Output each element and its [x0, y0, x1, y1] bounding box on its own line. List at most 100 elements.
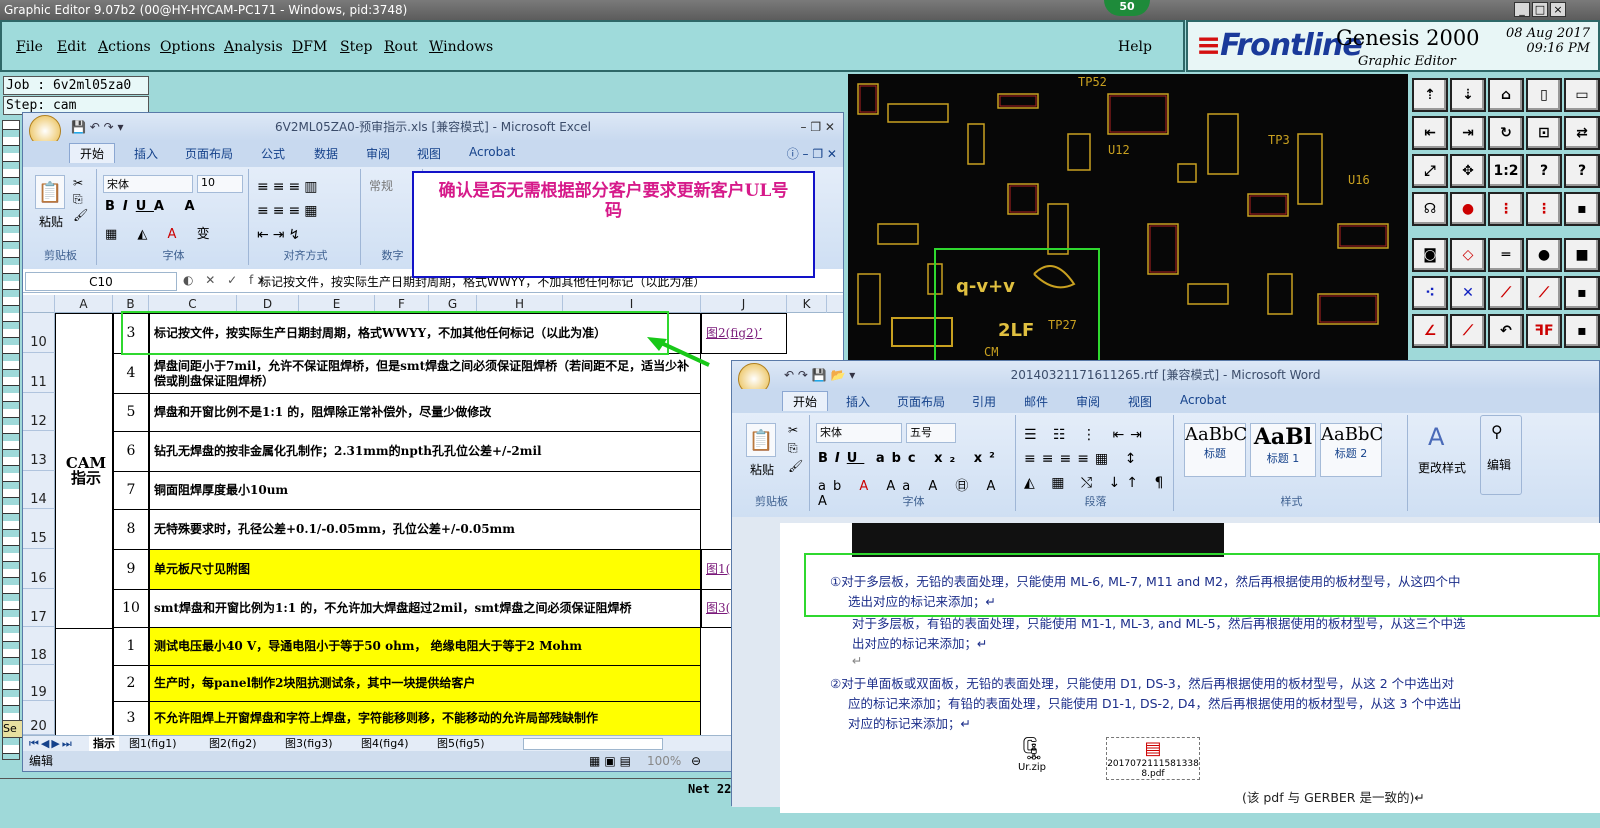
- tab-view[interactable]: 视图: [1128, 393, 1152, 410]
- row-header[interactable]: 10: [23, 313, 55, 353]
- edit-button[interactable]: 编辑: [1487, 456, 1511, 473]
- note-text[interactable]: (该 pdf 与 GERBER 是一致的)↵: [1242, 787, 1425, 806]
- layer-list[interactable]: [2, 120, 20, 760]
- alignment-buttons[interactable]: ≡≡≡▥ ≡≡≡▦ ⇤⇥↯: [257, 175, 321, 247]
- row-header[interactable]: 18: [23, 627, 55, 665]
- row-header[interactable]: 11: [23, 353, 55, 393]
- format-buttons[interactable]: BIUA A: [105, 199, 203, 214]
- menu-actions[interactable]: Actions: [98, 39, 151, 55]
- tool-icon[interactable]: ◇: [1450, 238, 1486, 272]
- maximize-button[interactable]: □: [1532, 2, 1548, 17]
- undo-icon[interactable]: ↶: [1488, 314, 1524, 348]
- sheet-tab[interactable]: 图1(fig1): [129, 736, 177, 751]
- tool-icon[interactable]: ꟻF: [1526, 314, 1562, 348]
- tool-icon[interactable]: ■: [1564, 238, 1600, 272]
- font-name-select[interactable]: 宋体: [816, 423, 902, 443]
- tool-icon[interactable]: ⊡: [1526, 116, 1562, 150]
- zoom-out-icon[interactable]: ⊖: [691, 751, 701, 771]
- tool-icon[interactable]: ⁖: [1412, 276, 1448, 310]
- change-styles-icon[interactable]: A: [1428, 423, 1444, 451]
- close-button[interactable]: ×: [1550, 2, 1566, 17]
- tab-review[interactable]: 审阅: [366, 145, 390, 162]
- item-number[interactable]: 3: [113, 701, 149, 736]
- scale-icon[interactable]: 1:2: [1488, 154, 1524, 188]
- instruction-cell[interactable]: smt焊盘和开窗比例为1:1 的，不允许加大焊盘超过2mil，smt焊盘之间必须…: [149, 589, 701, 628]
- cut-copy-icons[interactable]: ✂ ⎘ 🖌: [788, 421, 803, 475]
- change-styles-button[interactable]: 更改样式: [1418, 459, 1466, 476]
- paste-icon[interactable]: 📋: [746, 423, 776, 457]
- row-header[interactable]: 15: [23, 509, 55, 549]
- style-heading-2[interactable]: AaBbC 标题 2: [1320, 423, 1383, 477]
- menu-rout[interactable]: Rout: [384, 39, 418, 55]
- tool-icon[interactable]: ⇤: [1412, 116, 1448, 150]
- tab-acrobat[interactable]: Acrobat: [1180, 393, 1226, 407]
- tab-data[interactable]: 数据: [314, 145, 338, 162]
- tool-icon[interactable]: ⋮: [1488, 192, 1524, 226]
- border-fill-buttons[interactable]: ▦ ◭ A 变: [105, 223, 218, 242]
- paste-button[interactable]: 粘贴: [750, 461, 774, 478]
- tool-icon[interactable]: ●: [1450, 192, 1486, 226]
- paragraph-text[interactable]: 出对应的标记来添加；↵: [852, 633, 987, 652]
- column-header[interactable]: A: [55, 295, 113, 313]
- select-all[interactable]: [23, 295, 55, 313]
- section-label[interactable]: CAM 指示: [55, 313, 113, 629]
- row-header[interactable]: 19: [23, 665, 55, 701]
- row-header[interactable]: 13: [23, 431, 55, 471]
- instruction-cell[interactable]: 铜面阻焊厚度最小10um: [149, 471, 701, 510]
- paragraph-text[interactable]: ②对于单面板或双面板，无铅的表面处理，只能使用 D1, DS-3，然后再根据使用…: [830, 673, 1454, 692]
- format-buttons[interactable]: BIU abc x₂ x²: [818, 451, 1002, 466]
- instruction-cell[interactable]: 焊盘间距小于7mil，允许不保证阻焊桥，但是smt焊盘之间必须保证阻焊桥（若间距…: [149, 353, 701, 394]
- menu-step[interactable]: Step: [340, 39, 372, 55]
- view-buttons[interactable]: ▦▣▤: [589, 751, 635, 771]
- tool-icon[interactable]: ⇄: [1564, 116, 1600, 150]
- tab-view[interactable]: 视图: [417, 145, 441, 162]
- tool-icon[interactable]: ▪: [1564, 276, 1600, 310]
- item-number[interactable]: 10: [113, 589, 149, 628]
- tool-icon[interactable]: ●: [1526, 238, 1562, 272]
- menu-analysis[interactable]: Analysis: [224, 39, 283, 55]
- paragraph-text[interactable]: ↵: [852, 653, 862, 668]
- tab-insert[interactable]: 插入: [134, 145, 158, 162]
- tool-icon[interactable]: ?: [1564, 154, 1600, 188]
- instruction-cell[interactable]: 生产时，每panel制作2块阻抗测试条，其中一块提供给客户: [149, 665, 701, 702]
- minimize-button[interactable]: _: [1514, 2, 1530, 17]
- quick-access-toolbar[interactable]: 💾 ↶ ↷ ▾: [71, 113, 124, 141]
- column-header[interactable]: J: [701, 295, 787, 313]
- menu-help[interactable]: Help: [1118, 39, 1152, 55]
- instruction-cell[interactable]: 测试电压最小40 V，导通电阻小于等于50 ohm， 绝缘电阻大于等于2 Moh…: [149, 627, 701, 666]
- row-header[interactable]: 17: [23, 589, 55, 627]
- font-size-select[interactable]: 五号: [906, 423, 956, 443]
- tool-icon[interactable]: ⟋: [1526, 276, 1562, 310]
- tool-icon[interactable]: ▪: [1564, 314, 1600, 348]
- instruction-cell[interactable]: 单元板尺寸见附图: [149, 549, 701, 590]
- instruction-cell[interactable]: 焊盘和开窗比例不是1:1 的，阻焊除正常补偿外，尽量少做修改: [149, 393, 701, 432]
- horizontal-scrollbar[interactable]: [523, 738, 663, 750]
- item-number[interactable]: 8: [113, 509, 149, 550]
- tool-icon[interactable]: ∠: [1412, 314, 1448, 348]
- row-header[interactable]: 20: [23, 701, 55, 735]
- tab-review[interactable]: 审阅: [1076, 393, 1100, 410]
- sheet-tab[interactable]: 指示: [89, 736, 119, 751]
- row-header[interactable]: 12: [23, 393, 55, 431]
- formula-buttons[interactable]: ◐ ✕ ✓ fx: [183, 273, 268, 287]
- binoculars-icon[interactable]: ⚲: [1491, 422, 1503, 441]
- zoom-fit-icon[interactable]: ⤢: [1412, 154, 1448, 188]
- sheet-tab[interactable]: 图4(fig4): [361, 736, 409, 751]
- tab-formulas[interactable]: 公式: [261, 145, 285, 162]
- help-icon[interactable]: ?: [1526, 154, 1562, 188]
- tool-icon[interactable]: ⟋: [1488, 276, 1524, 310]
- item-number[interactable]: 2: [113, 665, 149, 702]
- item-number[interactable]: 5: [113, 393, 149, 432]
- tool-icon[interactable]: ⇥: [1450, 116, 1486, 150]
- number-format[interactable]: 常规: [369, 177, 393, 194]
- tool-icon[interactable]: ▯: [1526, 78, 1562, 112]
- figure-link[interactable]: 图2(fig2)’: [701, 313, 787, 354]
- paste-button[interactable]: 粘贴: [39, 213, 63, 230]
- menu-file[interactable]: File: [16, 39, 43, 55]
- tool-icon[interactable]: ▭: [1564, 78, 1600, 112]
- section-cell[interactable]: [55, 628, 113, 736]
- tab-page-layout[interactable]: 页面布局: [897, 393, 945, 410]
- zip-attachment[interactable]: 🗜 Ur.zip: [1012, 737, 1052, 773]
- tab-home[interactable]: 开始: [782, 391, 829, 411]
- tab-references[interactable]: 引用: [972, 393, 996, 410]
